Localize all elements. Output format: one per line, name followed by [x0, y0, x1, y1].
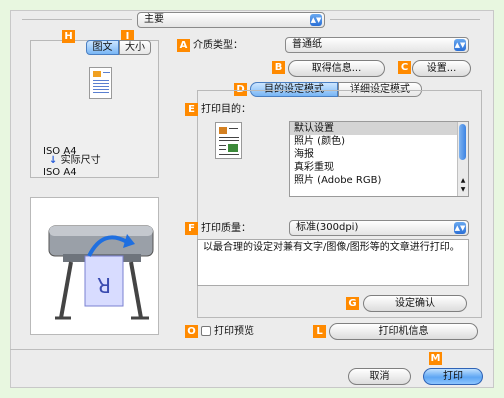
- purpose-thumbnail: [215, 122, 242, 159]
- list-item[interactable]: 默认设置: [290, 122, 468, 135]
- page-thumbnail: [89, 67, 112, 99]
- badge-g: G: [346, 297, 359, 310]
- badge-b: B: [272, 61, 285, 74]
- tab-layout-label: 图文: [92, 42, 113, 53]
- badge-h: H: [62, 30, 75, 43]
- panel-select-value: 主要: [144, 14, 164, 25]
- footer-divider: [10, 349, 494, 350]
- scrollbar-thumb[interactable]: [459, 124, 466, 160]
- cancel-button[interactable]: 取消: [348, 368, 411, 385]
- purpose-label: 打印目的：: [201, 104, 251, 115]
- down-arrow-icon: ↓: [49, 155, 58, 166]
- confirm-settings-label: 设定确认: [395, 298, 435, 309]
- popup-arrows-icon: ▲▼: [310, 14, 322, 26]
- print-label: 打印: [443, 371, 463, 382]
- quality-label: 打印质量：: [201, 223, 251, 234]
- paper-size-output: ISO A4: [43, 167, 77, 178]
- list-item[interactable]: 照片 (颜色): [290, 135, 468, 148]
- get-info-button[interactable]: 取得信息...: [288, 60, 385, 77]
- purpose-scrollbar[interactable]: ▲ ▼: [457, 122, 468, 196]
- list-item-label: 海报: [294, 149, 314, 160]
- list-item-label: 默认设置: [294, 123, 334, 134]
- printer-info-button[interactable]: 打印机信息: [329, 323, 478, 340]
- printer-illustration: R: [48, 225, 154, 320]
- print-button[interactable]: 打印: [423, 368, 483, 385]
- list-item[interactable]: 真彩重现: [290, 161, 468, 174]
- printer-sheet-glyph: R: [97, 273, 111, 297]
- confirm-settings-button[interactable]: 设定确认: [363, 295, 467, 312]
- list-item[interactable]: 照片 (Adobe RGB): [290, 174, 468, 187]
- badge-l: L: [313, 325, 326, 338]
- scroll-down-icon[interactable]: ▼: [458, 186, 468, 193]
- list-item-label: 照片 (Adobe RGB): [294, 175, 382, 186]
- actual-size-label: 实际尺寸: [60, 155, 101, 166]
- settings-button[interactable]: 设置...: [412, 60, 471, 77]
- panel-select-popup[interactable]: 主要 ▲▼: [137, 12, 325, 28]
- badge-c: C: [398, 61, 411, 74]
- printer-image-group: R: [30, 197, 159, 335]
- quality-value: 标准(300dpi): [296, 222, 359, 233]
- print-preview-label: 打印预览: [214, 326, 254, 337]
- tab-size-label: 大小: [125, 42, 145, 53]
- description-box: 以最合理的设定对兼有文字/图像/图形等的文章进行打印。: [197, 239, 469, 286]
- get-info-label: 取得信息...: [311, 63, 362, 74]
- separator-right: [330, 19, 480, 20]
- badge-m: M: [429, 352, 442, 365]
- scroll-up-icon[interactable]: ▲: [458, 177, 468, 184]
- media-type-popup[interactable]: 普通纸 ▲▼: [285, 37, 469, 53]
- list-item-label: 照片 (颜色): [294, 136, 345, 147]
- tab-layout[interactable]: 图文: [86, 40, 119, 55]
- list-item[interactable]: 海报: [290, 148, 468, 161]
- printer-info-label: 打印机信息: [378, 326, 429, 337]
- badge-o: O: [185, 325, 198, 338]
- media-type-label: 介质类型：: [193, 40, 243, 51]
- badge-f: F: [185, 222, 198, 235]
- tab-size[interactable]: 大小: [119, 40, 151, 55]
- cancel-label: 取消: [369, 371, 390, 382]
- badge-a: A: [177, 39, 190, 52]
- media-type-value: 普通纸: [292, 39, 322, 50]
- page-image-block: [93, 71, 101, 77]
- settings-label: 设置...: [426, 63, 457, 74]
- list-item-label: 真彩重现: [294, 162, 334, 173]
- popup-arrows-icon: ▲▼: [454, 222, 466, 234]
- popup-arrows-icon: ▲▼: [454, 39, 466, 51]
- purpose-list: 默认设置 照片 (颜色) 海报 真彩重现 照片 (Adobe RGB) ▲ ▼: [289, 121, 469, 197]
- separator-left: [22, 19, 132, 20]
- badge-e: E: [185, 103, 198, 116]
- quality-popup[interactable]: 标准(300dpi) ▲▼: [289, 220, 469, 236]
- print-preview-checkbox[interactable]: [201, 326, 211, 336]
- description-text: 以最合理的设定对兼有文字/图像/图形等的文章进行打印。: [203, 242, 460, 253]
